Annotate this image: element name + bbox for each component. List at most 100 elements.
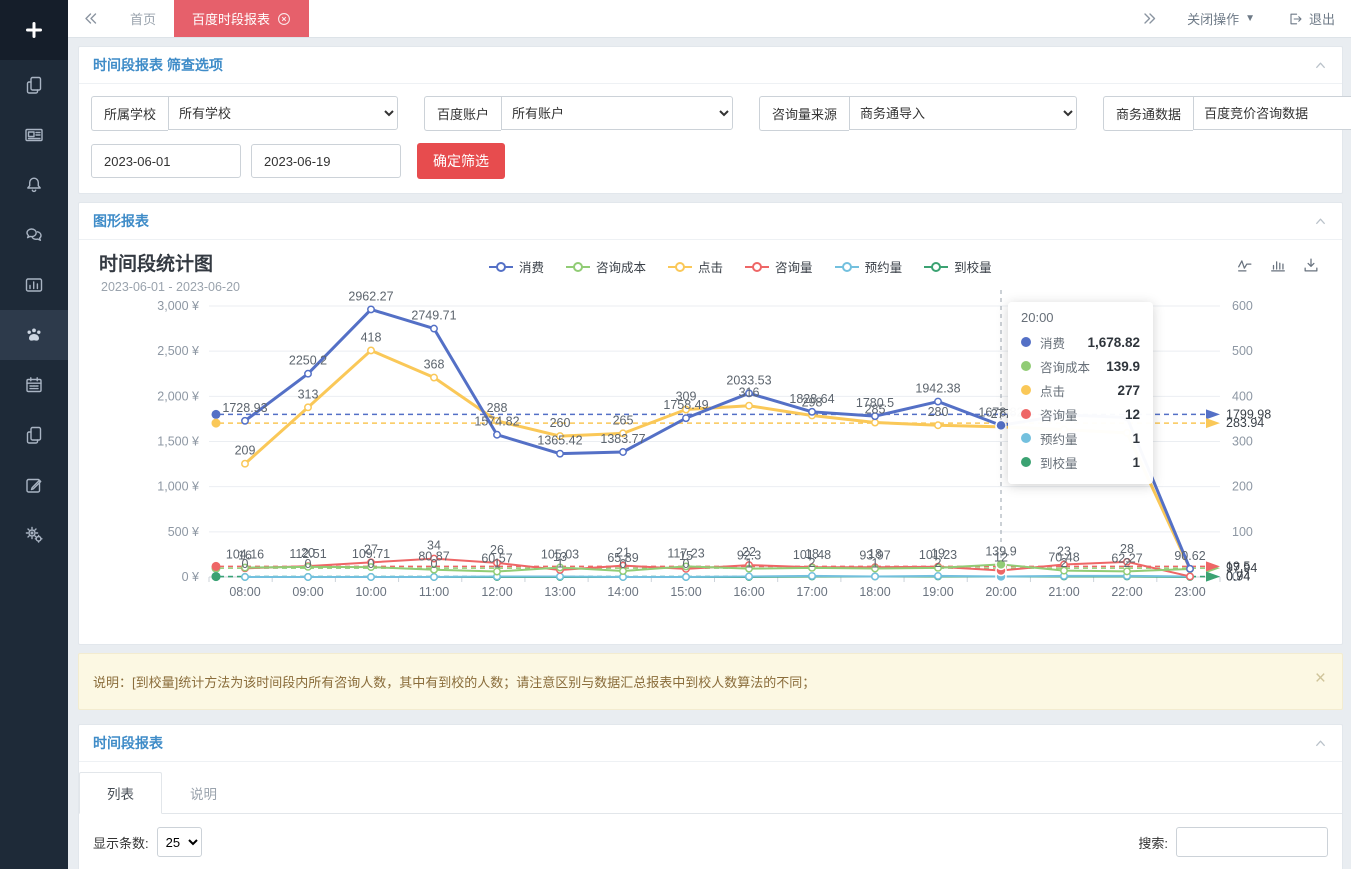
date-to-input[interactable] [251, 144, 401, 178]
filter-group-3: 商务通数据百度竞价咨询数据 [1103, 96, 1351, 131]
search-control: 搜索: [1138, 827, 1328, 857]
tooltip-series-value: 1 [1132, 455, 1140, 470]
legend-label: 到校量 [954, 257, 992, 276]
tooltip-series-value: 1,678.82 [1087, 335, 1140, 350]
sidebar-menu [0, 60, 68, 560]
caret-down-icon: ▼ [1245, 13, 1255, 24]
svg-text:288: 288 [487, 401, 508, 415]
sidebar-add-button[interactable] [0, 0, 68, 60]
sidebar-item-9[interactable] [0, 510, 68, 560]
legend-marker-icon [924, 262, 948, 272]
table-controls: 显示条数: 25 搜索: [79, 814, 1342, 869]
sidebar-item-7[interactable] [0, 410, 68, 460]
sidebar-item-8[interactable] [0, 460, 68, 510]
tabs-scroll-right-button[interactable] [1127, 0, 1171, 37]
svg-text:0 ¥: 0 ¥ [182, 570, 199, 584]
filter-label-3: 商务通数据 [1103, 96, 1193, 131]
svg-text:500 ¥: 500 ¥ [168, 525, 199, 539]
series-dot-icon [1021, 433, 1031, 443]
legend-label: 预约量 [865, 257, 903, 276]
sidebar-item-2[interactable] [0, 160, 68, 210]
confirm-filter-button[interactable]: 确定筛选 [417, 143, 505, 179]
svg-text:1,500 ¥: 1,500 ¥ [157, 435, 199, 449]
legend-item-0[interactable]: 消费 [489, 257, 544, 276]
chart-frame-icon [24, 275, 44, 295]
tooltip-series-value: 277 [1117, 383, 1140, 398]
tab-1[interactable]: 百度时段报表 [174, 0, 309, 37]
svg-text:2,000 ¥: 2,000 ¥ [157, 389, 199, 403]
svg-text:90.62: 90.62 [1174, 549, 1205, 563]
svg-text:100: 100 [1232, 525, 1253, 539]
newspaper-icon [24, 125, 44, 145]
bar-chart-toggle-button[interactable] [1269, 256, 1287, 274]
svg-text:368: 368 [424, 358, 445, 372]
legend-item-1[interactable]: 咨询成本 [566, 257, 646, 276]
chart-panel-title: 图形报表 [93, 211, 149, 231]
line-chart-toggle-button[interactable] [1236, 256, 1254, 274]
filter-collapse-button[interactable] [1313, 58, 1328, 73]
sidebar-item-6[interactable] [0, 360, 68, 410]
calendar-icon [24, 375, 44, 395]
svg-text:1758.49: 1758.49 [663, 398, 708, 412]
filter-label-0: 所属学校 [91, 96, 168, 131]
report-panel-header: 时间段报表 [79, 725, 1342, 762]
filter-select-1[interactable]: 所有账户 [501, 96, 733, 130]
sidebar-item-0[interactable] [0, 60, 68, 110]
report-tab-1[interactable]: 说明 [162, 772, 245, 814]
series-dot-icon [1021, 337, 1031, 347]
tabs-scroll-left-button[interactable] [68, 0, 112, 37]
report-collapse-button[interactable] [1313, 736, 1328, 751]
bell-icon [24, 175, 44, 195]
notice-bar: 说明：[到校量]统计方法为该时间段内所有咨询人数，其中有到校的人数；请注意区别与… [78, 653, 1343, 710]
filter-select-0[interactable]: 所有学校 [168, 96, 398, 130]
sidebar-item-4[interactable] [0, 260, 68, 310]
legend-item-2[interactable]: 点击 [668, 257, 723, 276]
download-icon-button[interactable] [1302, 256, 1320, 274]
tooltip-series-name: 到校量 [1040, 453, 1078, 472]
tooltip-series-name: 消费 [1040, 333, 1065, 352]
svg-text:1942.38: 1942.38 [915, 382, 960, 396]
svg-text:70.48: 70.48 [1048, 551, 1079, 565]
line-chart-icon [1236, 256, 1254, 274]
svg-text:1780.5: 1780.5 [856, 396, 894, 410]
sidebar-item-3[interactable] [0, 210, 68, 260]
edit-icon [24, 475, 44, 495]
svg-text:11:00: 11:00 [419, 585, 449, 599]
svg-text:300: 300 [1232, 435, 1253, 449]
topbar-actions: 关闭操作 ▼ 退出 [1127, 0, 1351, 37]
app-root: 首页百度时段报表 关闭操作 ▼ 退出 时间段报表 筛查选项 [0, 0, 1351, 869]
legend-marker-icon [745, 262, 769, 272]
notice-close-icon[interactable]: × [1315, 669, 1326, 688]
filter-select-3[interactable]: 百度竞价咨询数据 [1193, 96, 1351, 130]
tab-0[interactable]: 首页 [112, 0, 174, 37]
logout-button[interactable]: 退出 [1271, 0, 1351, 37]
chart-toolbox [1236, 256, 1320, 274]
search-input[interactable] [1176, 827, 1328, 857]
report-panel: 时间段报表 列表说明 显示条数: 25 搜索: 时间段▲ [78, 724, 1343, 869]
plus-icon [24, 20, 44, 40]
report-tab-0[interactable]: 列表 [79, 772, 162, 814]
sidebar-item-1[interactable] [0, 110, 68, 160]
page-size-select[interactable]: 25 [157, 827, 202, 857]
filter-select-2[interactable]: 商务通导入 [849, 96, 1077, 130]
tab-close-icon[interactable] [277, 12, 291, 26]
legend-item-5[interactable]: 到校量 [924, 257, 992, 276]
chevrons-right-icon [1141, 10, 1158, 27]
svg-text:101.48: 101.48 [793, 548, 831, 562]
close-operations-dropdown[interactable]: 关闭操作 ▼ [1171, 0, 1271, 37]
legend-item-3[interactable]: 咨询量 [745, 257, 813, 276]
svg-text:1828.64: 1828.64 [789, 392, 834, 406]
chevrons-left-icon [82, 10, 99, 27]
download-icon [1302, 256, 1320, 274]
svg-text:283.94: 283.94 [1226, 416, 1264, 430]
chart-collapse-button[interactable] [1313, 214, 1328, 229]
date-from-input[interactable] [91, 144, 241, 178]
series-dot-icon [1021, 409, 1031, 419]
filter-body: 所属学校所有学校百度账户所有账户咨询量来源商务通导入商务通数据百度竞价咨询数据 … [79, 84, 1342, 193]
sidebar-item-5[interactable] [0, 310, 68, 360]
legend-item-4[interactable]: 预约量 [835, 257, 903, 276]
svg-text:2250.2: 2250.2 [289, 354, 327, 368]
logout-icon [1287, 11, 1303, 27]
svg-text:117.23: 117.23 [667, 546, 704, 560]
svg-text:418: 418 [361, 330, 382, 344]
